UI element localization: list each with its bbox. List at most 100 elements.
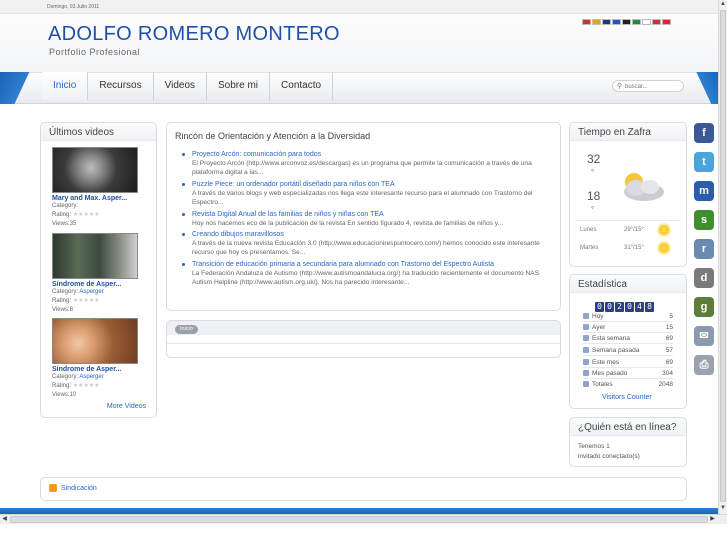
facebook-icon[interactable]: f	[694, 123, 714, 143]
video-item[interactable]: Mary and Max. Asper... Category: Rating:…	[52, 147, 138, 229]
video-thumbnail[interactable]	[52, 147, 138, 193]
search-input[interactable]	[625, 82, 681, 91]
language-flag-icon[interactable]	[582, 19, 591, 25]
language-flag-icon[interactable]	[622, 19, 631, 25]
article-summary: El Proyecto Arcón (http://www.arconvoz.e…	[192, 160, 532, 177]
nav-decoration-right	[690, 72, 718, 104]
main-title: Rincón de Orientación y Atención a la Di…	[175, 131, 371, 141]
article-link[interactable]: Transición de educación primaria a secun…	[182, 260, 554, 269]
article-link[interactable]: Puzzle Piece: un ordenador portátil dise…	[182, 180, 554, 189]
stat-row: Totales 2048	[583, 379, 673, 390]
language-flags	[582, 19, 671, 25]
video-category-link[interactable]: Asperger	[79, 374, 103, 380]
syndication-panel: Sindicación	[40, 477, 687, 501]
site-subtitle: Portfolio Profesional	[49, 47, 141, 57]
language-flag-icon[interactable]	[592, 19, 601, 25]
divider	[167, 343, 560, 344]
stat-row: Hoy 5	[583, 311, 673, 322]
reddit-icon[interactable]: r	[694, 239, 714, 259]
twitter-icon[interactable]: t	[694, 152, 714, 172]
syndication-link[interactable]: Sindicación	[61, 485, 97, 492]
list-item: Revista Digital Anual de las familias de…	[182, 210, 554, 228]
vertical-scroll-thumb[interactable]	[720, 10, 726, 502]
videos-panel-title: Últimos videos	[41, 123, 156, 141]
video-thumbnail[interactable]	[52, 318, 138, 364]
language-flag-icon[interactable]	[642, 19, 651, 25]
main-nav: Inicio Recursos Videos Sobre mi Contacto	[42, 72, 334, 104]
article-link[interactable]: Proyecto Arcón: comunicación para todos	[182, 150, 554, 159]
nav-videos[interactable]: Videos	[154, 72, 208, 100]
stat-icon	[583, 313, 589, 319]
stumbleupon-icon[interactable]: s	[694, 210, 714, 230]
divider	[576, 220, 680, 221]
nav-inicio[interactable]: Inicio	[42, 72, 89, 100]
scroll-left-icon[interactable]: ◀	[0, 515, 9, 524]
stat-row: Este mes 69	[583, 357, 673, 368]
stat-row: Esta semana 69	[583, 333, 673, 344]
forecast-temps: 31°/15°	[624, 245, 644, 251]
search-box[interactable]: ⚲	[612, 80, 684, 92]
vertical-scrollbar[interactable]: ▲ ▼	[718, 0, 727, 514]
myspace-icon[interactable]: m	[694, 181, 714, 201]
video-views: Views:8	[52, 307, 73, 313]
breadcrumb[interactable]: Inicio	[175, 325, 198, 334]
current-date: Domingo, 03 Julio 2011	[47, 4, 100, 10]
forecast-day: Martes	[580, 245, 599, 251]
online-guests: invitado conectado(s)	[578, 453, 640, 460]
article-summary: La Federación Andaluza de Autismo (http:…	[192, 269, 540, 287]
article-link[interactable]: Creando dibujos maravillosos	[182, 230, 554, 239]
article-link[interactable]: Revista Digital Anual de las familias de…	[182, 210, 554, 219]
language-flag-icon[interactable]	[612, 19, 621, 25]
rating-stars[interactable]: ★★★★★	[73, 212, 100, 218]
digg-icon[interactable]: g	[694, 297, 714, 317]
site-title[interactable]: ADOLFO ROMERO MONTERO	[48, 23, 340, 46]
horizontal-scroll-thumb[interactable]	[10, 516, 708, 523]
video-title[interactable]: Síndrome de Asper...	[52, 281, 138, 288]
rating-stars[interactable]: ★★★★★	[73, 383, 100, 389]
nav-recursos[interactable]: Recursos	[88, 72, 154, 100]
language-flag-icon[interactable]	[652, 19, 661, 25]
email-icon[interactable]: ✉	[694, 326, 714, 346]
sunny-icon	[659, 243, 669, 253]
video-category-link[interactable]: Asperger	[79, 289, 103, 295]
visitors-counter-link[interactable]: Visitors Counter	[602, 394, 652, 401]
stat-icon	[583, 370, 589, 376]
scroll-down-icon[interactable]: ▼	[719, 504, 727, 513]
weather-title: Tiempo en Zafra	[570, 123, 686, 141]
video-thumbnail[interactable]	[52, 233, 138, 279]
video-item[interactable]: Síndrome de Asper... Category: Asperger …	[52, 318, 138, 400]
breadcrumb-panel: Inicio	[166, 320, 561, 358]
stat-icon	[583, 381, 589, 387]
window-bottom	[0, 524, 727, 545]
video-title[interactable]: Mary and Max. Asper...	[52, 195, 138, 202]
stat-icon	[583, 359, 589, 365]
scroll-up-icon[interactable]: ▲	[719, 0, 727, 9]
temp-high: 32	[587, 152, 601, 166]
online-panel: ¿Quién está en línea? Tenemos 1 invitado…	[569, 417, 687, 467]
page: Domingo, 03 Julio 2011 ADOLFO ROMERO MON…	[0, 0, 718, 514]
partly-cloudy-icon	[624, 173, 664, 201]
nav-decoration-left	[0, 72, 38, 104]
temp-low: 18	[587, 189, 601, 203]
video-title[interactable]: Síndrome de Asper...	[52, 366, 138, 373]
delicious-icon[interactable]: d	[694, 268, 714, 288]
stat-icon	[583, 335, 589, 341]
list-item: Creando dibujos maravillosos A través de…	[182, 230, 554, 258]
stat-icon	[583, 324, 589, 330]
more-videos-link[interactable]: More Videos	[107, 403, 146, 410]
nav-contacto[interactable]: Contacto	[270, 72, 334, 100]
scroll-right-icon[interactable]: ▶	[708, 515, 717, 524]
horizontal-scrollbar[interactable]: ◀ ▶	[0, 514, 727, 524]
language-flag-icon[interactable]	[662, 19, 671, 25]
rating-stars[interactable]: ★★★★★	[73, 298, 100, 304]
weather-panel: Tiempo en Zafra 32 ° 18 ° Lunes 29°/15° …	[569, 122, 687, 267]
rss-icon[interactable]	[49, 484, 57, 492]
print-icon[interactable]: ⎙	[694, 355, 714, 375]
video-views: Views:10	[52, 392, 77, 398]
article-summary: Hoy nos hacemos eco de la publicación de…	[192, 219, 504, 227]
online-count: Tenemos 1	[578, 443, 610, 450]
nav-sobre-mi[interactable]: Sobre mi	[207, 72, 271, 100]
language-flag-icon[interactable]	[602, 19, 611, 25]
video-item[interactable]: Síndrome de Asper... Category: Asperger …	[52, 233, 138, 315]
language-flag-icon[interactable]	[632, 19, 641, 25]
